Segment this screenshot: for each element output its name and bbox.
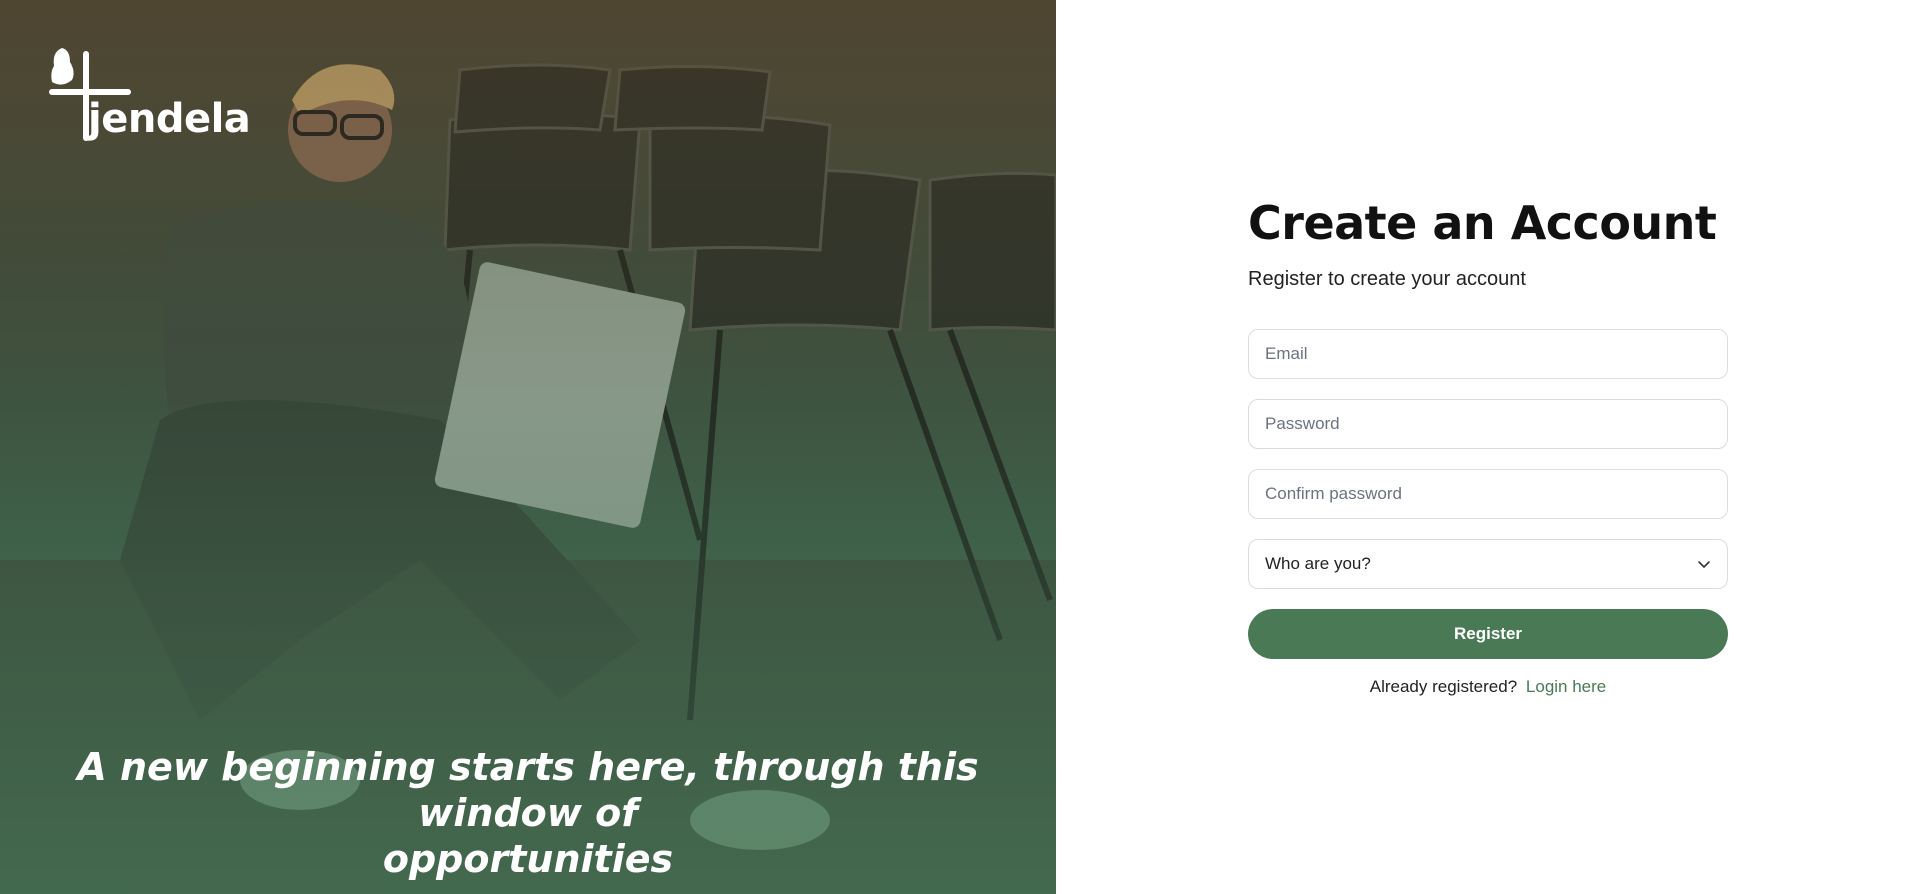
register-form: Create an Account Register to create you… <box>1248 196 1728 697</box>
chevron-down-icon <box>1698 561 1710 568</box>
confirm-password-field[interactable] <box>1248 469 1728 519</box>
page-subtitle: Register to create your account <box>1248 268 1526 290</box>
email-input[interactable] <box>1265 344 1711 364</box>
brand-name: jendela <box>88 96 251 142</box>
page-title: Create an Account <box>1248 196 1717 250</box>
role-select[interactable]: Who are you? <box>1248 539 1728 589</box>
tagline-line-1: A new beginning starts here, through thi… <box>77 745 979 835</box>
login-prompt-row: Already registered? Login here <box>1248 677 1728 697</box>
confirm-password-input[interactable] <box>1265 484 1711 504</box>
hero-tagline: A new beginning starts here, through thi… <box>40 744 1016 882</box>
email-field[interactable] <box>1248 329 1728 379</box>
jendela-logo: jendela <box>48 42 251 146</box>
login-prompt-text: Already registered? <box>1369 677 1518 696</box>
login-link[interactable]: Login here <box>1526 677 1606 696</box>
password-input[interactable] <box>1265 414 1711 434</box>
role-select-value: Who are you? <box>1265 554 1371 573</box>
password-field[interactable] <box>1248 399 1728 449</box>
register-button[interactable]: Register <box>1248 609 1728 659</box>
tagline-line-2: opportunities <box>382 837 674 881</box>
hero-panel: jendela A new beginning starts here, thr… <box>0 0 1056 894</box>
